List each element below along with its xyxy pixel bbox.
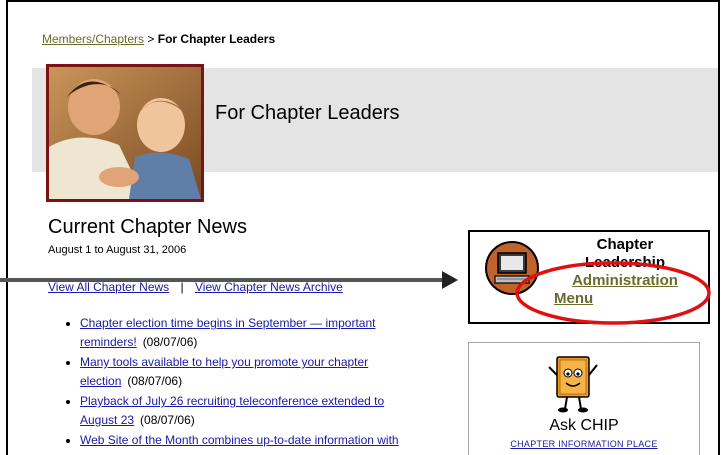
list-item: Playback of July 26 recruiting teleconfe… — [80, 392, 460, 430]
breadcrumb-separator: > — [147, 32, 155, 46]
leader-line-chapter: Chapter — [596, 236, 654, 253]
news-item-link[interactable]: Web Site of the Month combines up-to-dat… — [80, 433, 399, 447]
ask-chip-title: Ask CHIP — [549, 417, 619, 434]
breadcrumb-current: For Chapter Leaders — [157, 32, 276, 46]
news-item-date: (08/07/06) — [140, 413, 195, 427]
ask-chip-box[interactable]: Ask CHIP CHAPTER INFORMATION PLACE — [468, 342, 700, 455]
news-item-link[interactable]: Chapter election time begins in Septembe… — [80, 316, 375, 349]
news-date-range: August 1 to August 31, 2006 — [48, 244, 187, 256]
page-frame: Members/Chapters > For Chapter Leaders F… — [6, 0, 720, 455]
annotation-arrow — [0, 271, 458, 289]
news-heading: Current Chapter News — [48, 216, 247, 238]
list-item: Chapter election time begins in Septembe… — [80, 314, 460, 352]
father-son-photo-image — [49, 67, 201, 199]
news-item-date: (08/07/06) — [127, 374, 183, 388]
list-item: Web Site of the Month combines up-to-dat… — [80, 431, 460, 450]
page-title: For Chapter Leaders — [215, 102, 400, 124]
breadcrumb: Members/Chapters > For Chapter Leaders — [42, 32, 275, 46]
chapter-information-place-link[interactable]: CHAPTER INFORMATION PLACE — [510, 439, 657, 449]
news-item-link[interactable]: Playback of July 26 recruiting teleconfe… — [80, 394, 384, 427]
news-list: Chapter election time begins in Septembe… — [58, 314, 460, 451]
news-item-date: (08/07/06) — [142, 335, 198, 349]
header-photo — [46, 64, 204, 202]
news-item-link[interactable]: Many tools available to help you promote… — [80, 355, 368, 388]
list-item: Many tools available to help you promote… — [80, 353, 460, 391]
chip-book-mascot-icon — [548, 356, 598, 413]
breadcrumb-members-chapters-link[interactable]: Members/Chapters — [42, 32, 144, 46]
highlight-ellipse — [515, 261, 711, 325]
